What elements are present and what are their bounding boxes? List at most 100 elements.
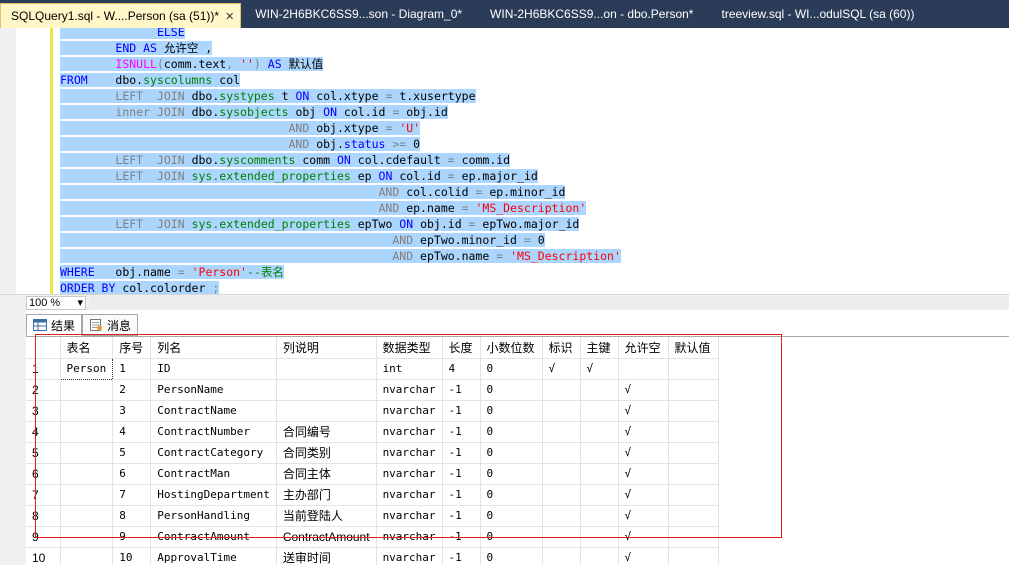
column-header[interactable]: 序号 xyxy=(112,337,152,359)
grid-cell[interactable]: nvarchar xyxy=(376,484,443,506)
grid-cell[interactable]: 0 xyxy=(480,463,543,485)
code-line[interactable]: WHERE obj.name = 'Person'--表名 xyxy=(60,264,621,280)
grid-cell[interactable]: 5 xyxy=(112,442,152,464)
grid-cell[interactable] xyxy=(668,379,719,401)
grid-cell[interactable]: ContractName xyxy=(150,400,277,422)
grid-cell[interactable]: ID xyxy=(150,358,277,380)
code-line[interactable]: AND ep.name = 'MS_Description' xyxy=(60,200,621,216)
grid-cell[interactable]: 送审时间 xyxy=(276,547,377,565)
sql-code[interactable]: ELSE END AS 允许空 , ISNULL(comm.text, '') … xyxy=(60,28,621,294)
code-line[interactable]: LEFT JOIN sys.extended_properties ep ON … xyxy=(60,168,621,184)
table-row[interactable]: 10 10 ApprovalTime 送审时间 nvarchar -1 0 √ xyxy=(26,547,719,565)
results-grid[interactable]: 表名 序号 列名 列说明 数据类型 长度 小数位数 标识 主键 允许空 默认值 … xyxy=(26,336,1009,565)
code-line[interactable]: AND obj.xtype = 'U' xyxy=(60,120,621,136)
grid-cell[interactable]: -1 xyxy=(442,484,481,506)
grid-cell[interactable] xyxy=(60,442,114,464)
row-number[interactable]: 4 xyxy=(26,421,61,443)
grid-cell[interactable] xyxy=(276,400,377,422)
grid-cell[interactable]: 0 xyxy=(480,526,543,548)
grid-cell[interactable] xyxy=(276,379,377,401)
code-line[interactable]: END AS 允许空 , xyxy=(60,40,621,56)
table-row[interactable]: 7 7 HostingDepartment 主办部门 nvarchar -1 0 √ xyxy=(26,484,719,506)
table-row[interactable]: 6 6 ContractMan 合同主体 nvarchar -1 0 √ xyxy=(26,463,719,485)
grid-cell[interactable] xyxy=(668,442,719,464)
grid-cell[interactable]: nvarchar xyxy=(376,442,443,464)
grid-cell[interactable] xyxy=(60,421,114,443)
tab-messages[interactable]: 消息 xyxy=(82,314,139,336)
zoom-dropdown[interactable]: 100 % ▾ xyxy=(26,295,86,310)
grid-cell[interactable]: 当前登陆人 xyxy=(276,505,377,527)
grid-cell[interactable] xyxy=(60,463,114,485)
grid-cell[interactable] xyxy=(668,547,719,565)
column-header[interactable]: 默认值 xyxy=(668,337,719,359)
grid-cell[interactable] xyxy=(542,463,581,485)
grid-cell[interactable]: -1 xyxy=(442,463,481,485)
row-number[interactable]: 6 xyxy=(26,463,61,485)
row-number-header[interactable] xyxy=(26,337,61,359)
grid-cell[interactable]: 7 xyxy=(112,484,152,506)
grid-cell[interactable] xyxy=(542,526,581,548)
grid-cell[interactable]: √ xyxy=(618,526,669,548)
grid-cell[interactable]: 0 xyxy=(480,442,543,464)
row-number[interactable]: 3 xyxy=(26,400,61,422)
grid-cell[interactable]: nvarchar xyxy=(376,463,443,485)
grid-cell[interactable]: 0 xyxy=(480,505,543,527)
column-header[interactable]: 允许空 xyxy=(618,337,669,359)
code-line[interactable]: AND epTwo.minor_id = 0 xyxy=(60,232,621,248)
table-row[interactable]: 5 5 ContractCategory 合同类别 nvarchar -1 0 √ xyxy=(26,442,719,464)
grid-cell[interactable] xyxy=(580,442,619,464)
grid-cell[interactable]: 4 xyxy=(442,358,481,380)
tab-treeview-sql[interactable]: treeview.sql - WI...odulSQL (sa (60)) xyxy=(707,0,928,28)
grid-cell[interactable]: 合同主体 xyxy=(276,463,377,485)
grid-cell[interactable] xyxy=(580,421,619,443)
grid-cell[interactable] xyxy=(668,484,719,506)
grid-cell[interactable]: 主办部门 xyxy=(276,484,377,506)
column-header[interactable]: 列名 xyxy=(150,337,277,359)
grid-cell[interactable] xyxy=(580,379,619,401)
grid-cell[interactable]: PersonHandling xyxy=(150,505,277,527)
grid-cell[interactable] xyxy=(60,484,114,506)
query-editor[interactable]: ELSE END AS 允许空 , ISNULL(comm.text, '') … xyxy=(0,28,1009,294)
grid-cell[interactable]: nvarchar xyxy=(376,421,443,443)
code-line[interactable]: AND col.colid = ep.minor_id xyxy=(60,184,621,200)
row-number[interactable]: 1 xyxy=(26,358,61,380)
grid-cell[interactable]: 2 xyxy=(112,379,152,401)
grid-cell[interactable] xyxy=(542,421,581,443)
table-row[interactable]: 1 Person 1 ID int 4 0 √ √ xyxy=(26,357,719,380)
grid-cell[interactable]: -1 xyxy=(442,442,481,464)
grid-cell[interactable]: int xyxy=(376,358,443,380)
code-line[interactable]: ISNULL(comm.text, '') AS 默认值 xyxy=(60,56,621,72)
grid-cell[interactable] xyxy=(276,358,377,380)
grid-cell[interactable] xyxy=(668,400,719,422)
grid-cell[interactable]: √ xyxy=(618,547,669,565)
row-number[interactable]: 7 xyxy=(26,484,61,506)
grid-cell[interactable]: nvarchar xyxy=(376,400,443,422)
grid-cell[interactable]: -1 xyxy=(442,526,481,548)
column-header[interactable]: 表名 xyxy=(60,337,114,359)
grid-cell[interactable] xyxy=(60,547,114,565)
grid-cell[interactable]: ContractAmount xyxy=(276,526,377,548)
grid-cell[interactable] xyxy=(668,463,719,485)
grid-cell[interactable] xyxy=(668,505,719,527)
tab-person-diagram[interactable]: WIN-2H6BKC6SS9...son - Diagram_0* xyxy=(241,0,476,28)
grid-cell[interactable] xyxy=(542,547,581,565)
grid-cell[interactable]: nvarchar xyxy=(376,379,443,401)
code-line[interactable]: ORDER BY col.colorder ; xyxy=(60,280,621,294)
grid-cell[interactable]: -1 xyxy=(442,421,481,443)
grid-cell[interactable]: 合同编号 xyxy=(276,421,377,443)
grid-cell[interactable]: √ xyxy=(542,358,581,380)
row-number[interactable]: 9 xyxy=(26,526,61,548)
row-number[interactable]: 5 xyxy=(26,442,61,464)
grid-cell[interactable] xyxy=(580,400,619,422)
grid-cell[interactable]: √ xyxy=(618,484,669,506)
grid-cell[interactable] xyxy=(542,484,581,506)
grid-cell[interactable]: √ xyxy=(618,442,669,464)
grid-cell[interactable]: 0 xyxy=(480,400,543,422)
grid-cell[interactable]: √ xyxy=(618,400,669,422)
grid-cell[interactable]: 9 xyxy=(112,526,152,548)
table-row[interactable]: 9 9 ContractAmount ContractAmount nvarchar -1… xyxy=(26,526,719,548)
grid-cell[interactable]: √ xyxy=(618,421,669,443)
grid-cell[interactable] xyxy=(60,526,114,548)
tab-results[interactable]: 结果 xyxy=(26,314,83,336)
grid-cell[interactable]: ContractNumber xyxy=(150,421,277,443)
